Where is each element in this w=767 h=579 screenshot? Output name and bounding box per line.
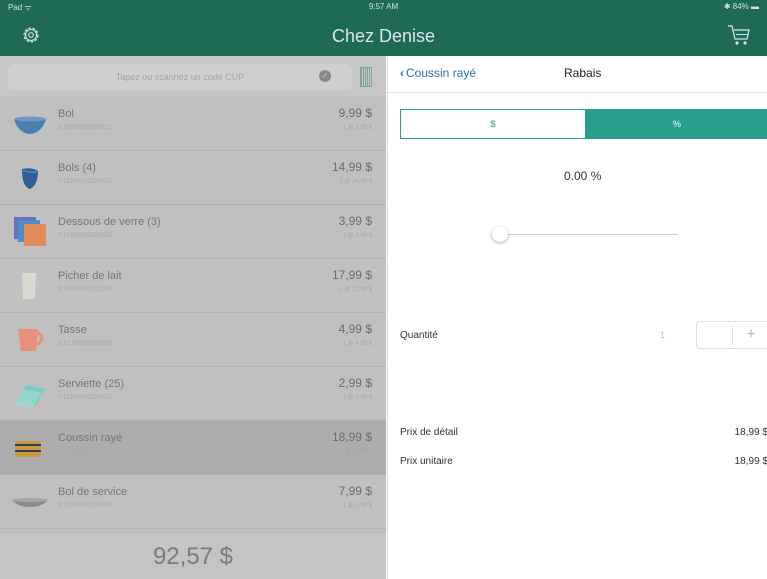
back-label: Coussin rayé bbox=[406, 66, 477, 80]
back-button[interactable]: ‹ Coussin rayé bbox=[400, 66, 476, 80]
panel-title: Rabais bbox=[564, 66, 602, 80]
chevron-left-icon: ‹ bbox=[400, 66, 404, 80]
product-name: Serviette (25) bbox=[58, 378, 125, 390]
product-price: 18,99 $ bbox=[331, 430, 372, 444]
list-item[interactable]: Dessous de verre (3) 0106880000400 3,99 … bbox=[0, 205, 386, 259]
discount-slider-track[interactable] bbox=[496, 234, 678, 235]
product-price: 3,99 $ bbox=[338, 214, 372, 228]
discount-value-field[interactable]: 0.00 % bbox=[564, 169, 644, 183]
cushion-icon bbox=[15, 441, 41, 457]
napkins-icon bbox=[14, 385, 46, 408]
panel-header: ‹ Coussin rayé Rabais bbox=[388, 56, 767, 93]
product-sku: 0105868000001 bbox=[58, 124, 113, 131]
serving-bowl-icon bbox=[12, 498, 48, 507]
percent-segment[interactable]: % bbox=[585, 110, 767, 138]
quantity-label: Quantité bbox=[400, 330, 438, 341]
list-item[interactable]: Bols (4) 0105868000400 14,99 $ 1 @ 14,99… bbox=[0, 151, 386, 205]
product-name: Coussin rayé bbox=[58, 432, 123, 444]
unit-price-label: Prix unitaire bbox=[400, 456, 453, 467]
product-price: 7,99 $ bbox=[338, 484, 372, 498]
product-price: 4,99 $ bbox=[338, 322, 372, 336]
decrement-button[interactable] bbox=[697, 322, 732, 348]
product-unit-price: 1 @ 2,99 $ bbox=[342, 395, 372, 401]
product-unit-price: 1 @ 4,99 $ bbox=[342, 341, 372, 347]
coasters-icon bbox=[14, 217, 46, 246]
discount-panel: ‹ Coussin rayé Rabais $ % 0.00 % Quantité… bbox=[387, 56, 767, 579]
retail-price-value: 18,99 $ bbox=[734, 427, 767, 438]
product-unit-price: 1 @ 7,99 $ bbox=[342, 503, 372, 509]
increment-button[interactable]: + bbox=[733, 322, 767, 348]
clear-icon[interactable]: ✓ bbox=[319, 70, 331, 82]
cart-total[interactable]: 92,57 $ bbox=[0, 534, 386, 579]
cart-pane: ✓ Bol 0105868000001 9,99 $ 1 @ 9,99 $ Bo… bbox=[0, 56, 386, 579]
product-unit-price: 1 @ 17,99 $ bbox=[339, 287, 372, 293]
retail-price-label: Prix de détail bbox=[400, 427, 458, 438]
product-price: 9,99 $ bbox=[338, 106, 372, 120]
dollar-segment[interactable]: $ bbox=[401, 110, 585, 138]
list-item[interactable]: Tasse 0107888000800 4,99 $ 1 @ 4,99 $ bbox=[0, 313, 386, 367]
unit-price-value: 18,99 $ bbox=[734, 456, 767, 467]
cart-icon[interactable] bbox=[727, 24, 751, 46]
status-battery: ✱ 84% ▬ bbox=[723, 2, 759, 11]
product-sku: 0108880000400 bbox=[58, 394, 113, 401]
product-name: Bol de service bbox=[58, 486, 128, 498]
search-input[interactable] bbox=[8, 64, 352, 90]
discount-slider-thumb[interactable] bbox=[492, 226, 508, 242]
product-unit-price: 1 @ 14,99 $ bbox=[339, 179, 372, 185]
app-title: Chez Denise bbox=[331, 26, 436, 46]
product-list: Bol 0105868000001 9,99 $ 1 @ 9,99 $ Bols… bbox=[0, 97, 386, 529]
list-item[interactable]: Picher de lait 0106880000100 17,99 $ 1 @… bbox=[0, 259, 386, 313]
product-sku: 0107888000800 bbox=[58, 340, 113, 347]
list-item[interactable]: Serviette (25) 0108880000400 2,99 $ 1 @ … bbox=[0, 367, 386, 421]
milk-pitcher-icon bbox=[22, 273, 40, 299]
product-price: 17,99 $ bbox=[331, 268, 372, 282]
quantity-stepper: + bbox=[696, 321, 767, 349]
product-price: 2,99 $ bbox=[338, 376, 372, 390]
product-sku: 0105868000400 bbox=[58, 502, 113, 509]
top-bar: Pad ᯤ 9:57 AM ✱ 84% ▬ Chez Denise bbox=[0, 0, 767, 56]
product-name: Bol bbox=[58, 108, 74, 120]
list-item[interactable]: Bol 0105868000001 9,99 $ 1 @ 9,99 $ bbox=[0, 97, 386, 151]
bowls-icon bbox=[22, 168, 38, 189]
product-name: Dessous de verre (3) bbox=[58, 216, 161, 228]
product-unit-price: 1 @ 3,99 $ bbox=[342, 233, 372, 239]
product-unit-price: 1 @ 18,99 $ bbox=[339, 449, 372, 455]
product-sku: 0106880000400 bbox=[58, 232, 113, 239]
product-unit-price: 1 @ 9,99 $ bbox=[342, 125, 372, 131]
product-name: Tasse bbox=[58, 324, 87, 336]
search-bar: ✓ bbox=[0, 56, 386, 96]
bowl-icon bbox=[14, 116, 46, 134]
discount-type-toggle: $ % bbox=[400, 109, 767, 139]
quantity-value: 1 bbox=[660, 330, 666, 340]
product-sku: 0106880000100 bbox=[58, 286, 113, 293]
product-sku: 0105868000400 bbox=[58, 178, 113, 185]
product-name: Bols (4) bbox=[58, 162, 96, 174]
list-item[interactable]: Bol de service 0105868000400 7,99 $ 1 @ … bbox=[0, 475, 386, 529]
product-name: Picher de lait bbox=[58, 270, 122, 282]
product-sku: 0105868000500 bbox=[58, 448, 113, 455]
product-price: 14,99 $ bbox=[331, 160, 372, 174]
status-time: 9:57 AM bbox=[368, 2, 399, 11]
barcode-icon[interactable] bbox=[360, 67, 372, 87]
list-item[interactable]: Coussin rayé 0105868000500 18,99 $ 1 @ 1… bbox=[0, 421, 386, 475]
cup-icon bbox=[18, 329, 44, 351]
